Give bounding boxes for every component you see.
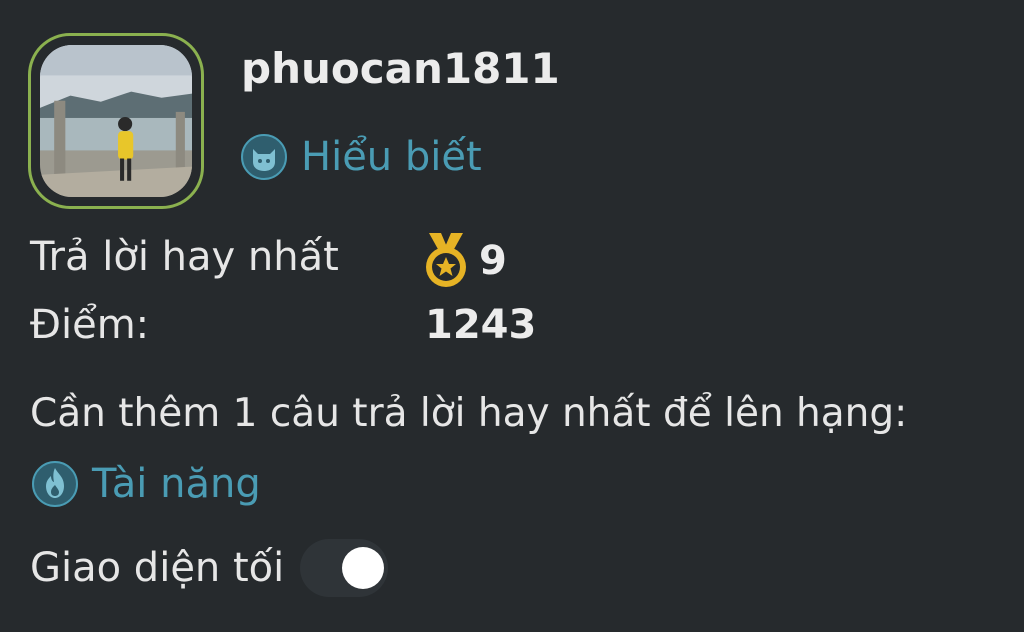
next-rank-requirement: Cần thêm 1 câu trả lời hay nhất để lên h… (30, 391, 908, 436)
points-value: 1243 (425, 302, 537, 348)
username[interactable]: phuocan1811 (241, 44, 560, 93)
current-rank[interactable]: Hiểu biết (239, 130, 482, 184)
best-answers-label: Trả lời hay nhất (30, 234, 339, 280)
flame-badge-icon (32, 461, 78, 507)
points-label: Điểm: (30, 302, 150, 348)
medal-icon (426, 233, 466, 287)
dark-mode-label: Giao diện tối (30, 545, 285, 591)
dark-mode-setting: Giao diện tối (30, 538, 389, 598)
cat-badge-icon (241, 134, 287, 180)
toggle-knob[interactable] (342, 547, 385, 589)
dark-mode-toggle[interactable] (300, 539, 389, 597)
next-rank-label: Tài năng (92, 461, 261, 507)
rank-label: Hiểu biết (301, 134, 482, 180)
avatar[interactable] (28, 33, 204, 209)
best-answers-value: 9 (421, 230, 507, 292)
next-rank[interactable]: Tài năng (30, 456, 261, 512)
avatar-photo (40, 45, 192, 197)
user-profile-card: phuocan1811 Hiểu biết Trả lời hay nhất 9… (0, 0, 1024, 632)
best-answers-count: 9 (479, 238, 507, 284)
